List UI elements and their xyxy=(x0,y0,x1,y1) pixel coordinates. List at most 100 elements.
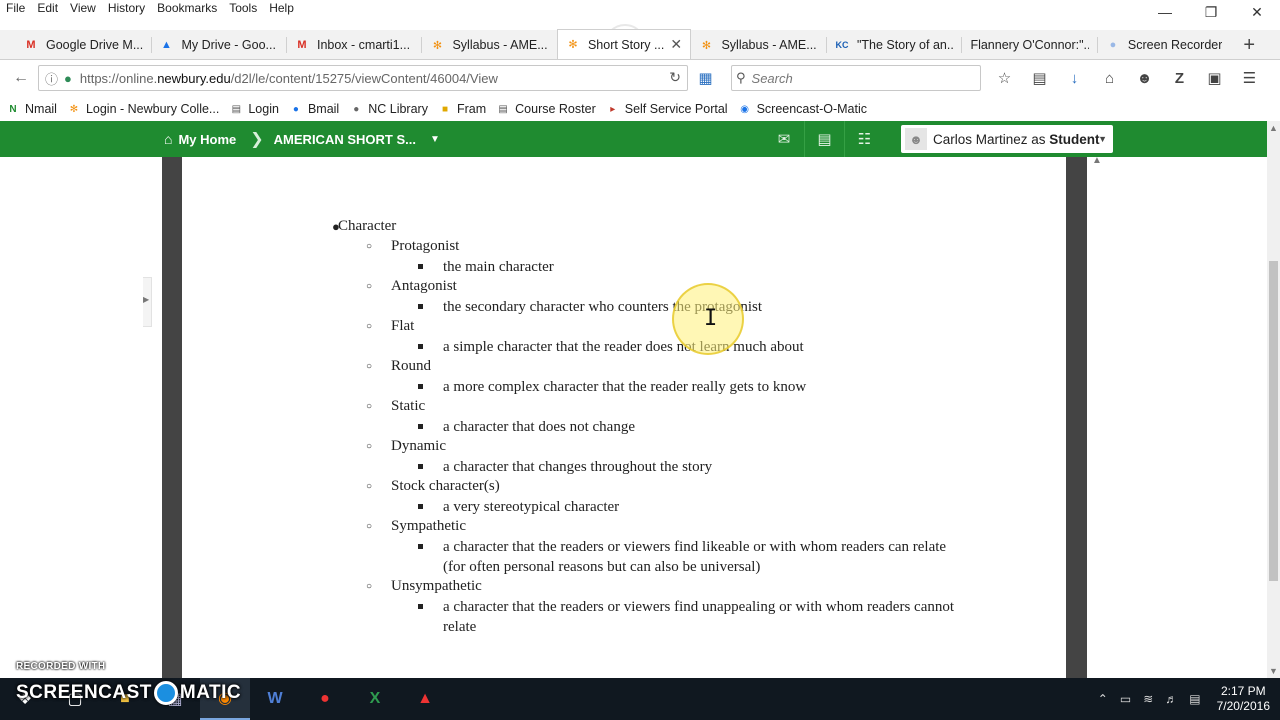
discussions-icon[interactable]: ☷ xyxy=(844,121,884,157)
scroll-up-arrow-icon[interactable]: ▲ xyxy=(1269,123,1278,133)
gmail-icon: M xyxy=(26,39,36,51)
definition: a character that the readers or viewers … xyxy=(443,599,955,635)
search-input[interactable]: ⚲ Search xyxy=(731,65,981,91)
page-icon: ▤ xyxy=(231,103,242,115)
bullet-circle: ○ xyxy=(366,281,373,292)
reading-list-icon[interactable]: ▤ xyxy=(1022,65,1057,91)
tab-label: Screen Recorder xyxy=(1127,38,1223,52)
menu-edit[interactable]: Edit xyxy=(31,0,64,16)
tab-inbox[interactable]: M Inbox - cmarti1... xyxy=(287,31,422,59)
menu-bookmarks[interactable]: Bookmarks xyxy=(151,0,223,16)
chevron-up-icon[interactable]: ⌃ xyxy=(1098,692,1108,706)
download-icon[interactable]: ↓ xyxy=(1057,65,1092,91)
bullet-circle: ○ xyxy=(366,401,373,412)
chat-icon[interactable]: ☻ xyxy=(1127,65,1162,91)
bullet-square xyxy=(418,604,423,609)
document-page: ● Character ○ Protagonist the main chara… xyxy=(182,157,1066,678)
bookmark-nmail[interactable]: N Nmail xyxy=(6,102,57,116)
bookmark-course-roster[interactable]: ▤ Course Roster xyxy=(496,102,595,116)
reload-icon[interactable]: ↻ xyxy=(669,69,681,86)
chevron-right-icon[interactable]: ▶ xyxy=(143,295,149,304)
restore-icon[interactable]: ❐ xyxy=(1188,0,1234,24)
bullet-circle: ○ xyxy=(366,581,373,592)
course-selector[interactable]: AMERICAN SHORT S... xyxy=(274,132,416,147)
bookmark-nc-library[interactable]: ● NC Library xyxy=(349,102,428,116)
drive-icon: ▲ xyxy=(161,39,172,51)
menu-tools[interactable]: Tools xyxy=(223,0,263,16)
menu-file[interactable]: File xyxy=(0,0,31,16)
close-icon[interactable]: ✕ xyxy=(1234,0,1280,24)
volume-icon[interactable]: ♬ xyxy=(1165,692,1177,706)
tab-google-drive[interactable]: M Google Drive M... xyxy=(16,31,151,59)
reader-view-icon[interactable]: ▦ xyxy=(688,65,723,91)
notification-icon[interactable]: ▤ xyxy=(1189,692,1200,706)
minimize-icon[interactable]: — xyxy=(1142,0,1188,24)
definition: a very stereotypical character xyxy=(443,499,620,515)
scroll-up-arrow-icon[interactable]: ▲ xyxy=(1092,157,1102,166)
definition: a character that changes throughout the … xyxy=(443,459,713,475)
pocket-icon[interactable]: ▣ xyxy=(1197,65,1232,91)
excel-icon[interactable]: X xyxy=(350,678,400,720)
tab-story-of-an-hour[interactable]: KC "The Story of an... xyxy=(827,31,962,59)
d2l-icon: ✻ xyxy=(701,39,712,52)
battery-icon[interactable]: ▭ xyxy=(1120,692,1131,706)
chevron-right-icon: ❯ xyxy=(250,131,264,148)
heading-character: Character xyxy=(338,218,397,234)
term: Stock character(s) xyxy=(391,478,500,494)
tab-syllabus-1[interactable]: ✻ Syllabus - AME... xyxy=(422,31,557,59)
bookmark-login-newbury[interactable]: ✻ Login - Newbury Colle... xyxy=(67,102,220,116)
system-tray: ⌃ ▭ ≋ ♬ ▤ 2:17 PM 7/20/2016 xyxy=(1092,678,1270,720)
bookmark-fram[interactable]: ■ Fram xyxy=(438,102,486,116)
page-scrollbar[interactable]: ▲ ▼ xyxy=(1267,121,1280,678)
star-icon[interactable]: ☆ xyxy=(987,65,1022,91)
bookmark-label: Self Service Portal xyxy=(624,102,728,116)
tab-label: My Drive - Goo... xyxy=(181,38,276,52)
bullet-square xyxy=(418,344,423,349)
tab-label: Syllabus - AME... xyxy=(452,38,548,52)
bullet-square xyxy=(418,384,423,389)
acrobat-icon[interactable]: ▲ xyxy=(400,678,450,720)
scroll-down-arrow-icon[interactable]: ▼ xyxy=(1269,666,1278,676)
record-icon[interactable]: ● xyxy=(300,678,350,720)
bookmark-bmail[interactable]: ● Bmail xyxy=(289,102,339,116)
bullet-square xyxy=(418,304,423,309)
record-icon: ◉ xyxy=(740,103,749,115)
caret-down-icon[interactable]: ▼ xyxy=(430,134,440,145)
scrollbar-thumb[interactable] xyxy=(1269,261,1278,581)
mail-icon[interactable]: ✉ xyxy=(764,121,804,157)
screencast-watermark-logo: SCREENCAST MATIC xyxy=(16,681,241,705)
page-icon: ▤ xyxy=(498,103,508,115)
tab-short-story[interactable]: ✻ Short Story ... ✕ xyxy=(556,29,692,59)
bookmarks-bar: N Nmail ✻ Login - Newbury Colle... ▤ Log… xyxy=(0,98,1280,120)
info-icon[interactable]: ⓘ xyxy=(45,69,58,88)
term: Antagonist xyxy=(391,278,457,294)
menu-view[interactable]: View xyxy=(64,0,102,16)
menu-help[interactable]: Help xyxy=(263,0,300,16)
tab-my-drive[interactable]: ▲ My Drive - Goo... xyxy=(151,31,286,59)
my-home-link[interactable]: ⌂ My Home xyxy=(164,131,236,147)
tab-syllabus-2[interactable]: ✻ Syllabus - AME... xyxy=(691,31,826,59)
home-icon[interactable]: ⌂ xyxy=(1092,65,1127,91)
term: Round xyxy=(391,358,432,374)
bookmark-label: Fram xyxy=(456,102,487,116)
tab-flannery[interactable]: Flannery O'Connor:"... xyxy=(962,31,1097,59)
hamburger-menu-icon[interactable]: ☰ xyxy=(1232,65,1267,91)
menu-history[interactable]: History xyxy=(102,0,151,16)
wifi-icon[interactable]: ≋ xyxy=(1143,692,1153,706)
bullet-circle: ○ xyxy=(366,441,373,452)
bookmark-login[interactable]: ▤ Login xyxy=(229,102,279,116)
content-area: ▶ ● Character ○ Protagonist the main cha… xyxy=(0,157,1267,678)
back-button[interactable]: ← xyxy=(8,65,34,91)
bookmark-screencast[interactable]: ◉ Screencast-O-Matic xyxy=(738,102,867,116)
word-icon[interactable]: W xyxy=(250,678,300,720)
clock[interactable]: 2:17 PM 7/20/2016 xyxy=(1217,684,1270,714)
new-tab-button[interactable]: + xyxy=(1232,31,1266,59)
zotero-icon[interactable]: Z xyxy=(1162,65,1197,91)
bookmark-self-service[interactable]: ▸ Self Service Portal xyxy=(606,102,728,116)
close-tab-icon[interactable]: ✕ xyxy=(670,36,682,53)
subscriptions-icon[interactable]: ▤ xyxy=(804,121,844,157)
watermark-logo-right: MATIC xyxy=(179,682,242,703)
url-bar[interactable]: ⓘ ● https://online.newbury.edu/d2l/le/co… xyxy=(38,65,688,91)
user-menu[interactable]: ☻ Carlos Martinez as Student ▼ xyxy=(901,125,1113,153)
tab-screen-recorder[interactable]: ● Screen Recorder xyxy=(1098,31,1233,59)
